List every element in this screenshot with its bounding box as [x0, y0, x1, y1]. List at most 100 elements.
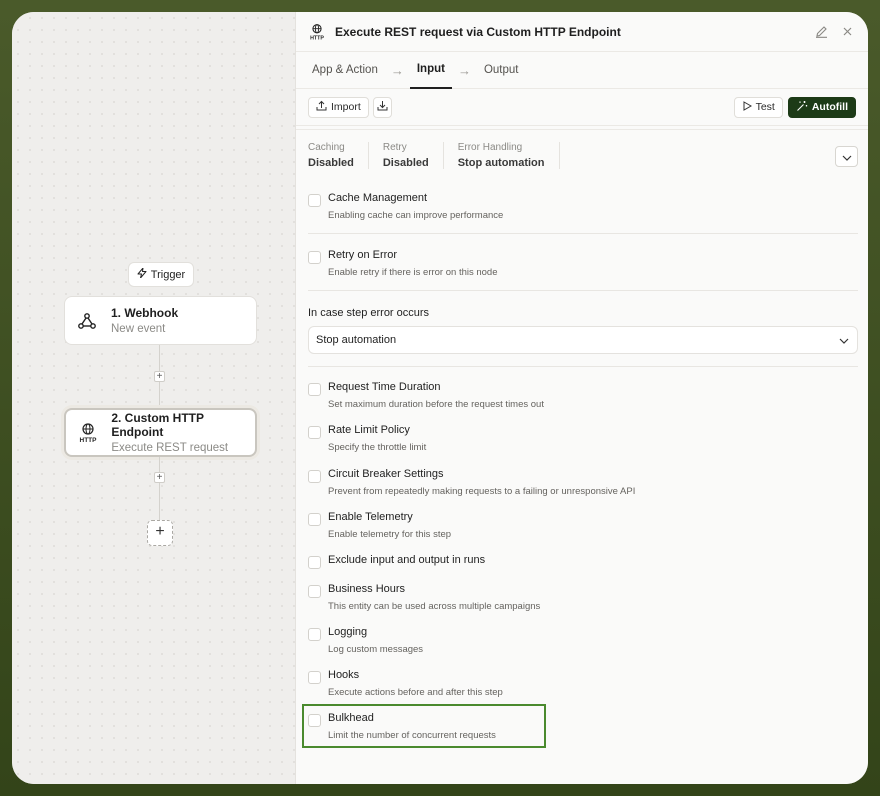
option-hooks[interactable]: Hooks Execute actions before and after t… [308, 669, 858, 698]
option-desc: This entity can be used across multiple … [328, 601, 541, 612]
option-exclude-input-output[interactable]: Exclude input and output in runs [308, 554, 858, 569]
node-custom-http-endpoint[interactable]: HTTP 2. Custom HTTP Endpoint Execute RES… [64, 408, 257, 457]
close-icon[interactable] [838, 23, 856, 41]
checkbox[interactable] [308, 470, 321, 483]
upload-icon [316, 100, 327, 114]
summary-caching: Caching Disabled [308, 142, 369, 169]
option-title: Enable Telemetry [328, 511, 413, 523]
option-desc: Set maximum duration before the request … [328, 399, 544, 410]
summary-value: Disabled [382, 157, 429, 169]
toolbar: Import Test Autofill [296, 89, 868, 126]
checkbox[interactable] [308, 585, 321, 598]
option-title: Exclude input and output in runs [328, 554, 486, 566]
step-config-panel: HTTP Execute REST request via Custom HTT… [295, 12, 868, 784]
chevron-down-icon [842, 148, 852, 166]
option-cache-management[interactable]: Cache Management Enabling cache can impr… [308, 192, 858, 221]
highlight-box [302, 704, 546, 748]
add-node-button[interactable]: + [147, 520, 173, 546]
summary-label: Retry [382, 142, 407, 153]
option-desc: Log custom messages [328, 644, 424, 655]
node-title: 1. Webhook [111, 306, 179, 320]
summary-error-handling: Error Handling Stop automation [458, 142, 560, 169]
option-rate-limit-policy[interactable]: Rate Limit Policy Specify the throttle l… [308, 424, 858, 453]
tab-output[interactable]: Output [484, 52, 519, 89]
checkbox[interactable] [308, 194, 321, 207]
summary-value: Stop automation [457, 157, 545, 169]
app-frame: Trigger 1. Webhook New event + HTTP 2. C… [12, 12, 868, 784]
checkbox[interactable] [308, 383, 321, 396]
option-retry-on-error[interactable]: Retry on Error Enable retry if there is … [308, 249, 858, 278]
import-button[interactable]: Import [308, 96, 369, 118]
option-desc: Enable telemetry for this step [328, 529, 452, 540]
collapse-toggle-button[interactable] [835, 146, 858, 167]
option-title: Hooks [328, 669, 360, 681]
checkbox[interactable] [308, 556, 321, 569]
bolt-icon [137, 267, 147, 281]
option-desc: Prevent from repeatedly making requests … [328, 486, 636, 497]
play-icon [742, 100, 752, 114]
option-title: Cache Management [328, 192, 428, 204]
divider [308, 366, 858, 367]
option-enable-telemetry[interactable]: Enable Telemetry Enable telemetry for th… [308, 511, 858, 540]
add-step-button[interactable]: + [154, 472, 165, 483]
trigger-label: Trigger [150, 268, 186, 281]
tab-input[interactable]: Input [409, 52, 452, 89]
node-subtitle: Execute REST request [111, 442, 229, 454]
option-title: Rate Limit Policy [328, 424, 410, 436]
checkbox[interactable] [308, 628, 321, 641]
test-button[interactable]: Test [733, 96, 783, 118]
node-webhook[interactable]: 1. Webhook New event [64, 296, 257, 345]
connector-line [159, 457, 160, 520]
checkbox[interactable] [308, 671, 321, 684]
download-icon [377, 100, 388, 114]
tab-app-action[interactable]: App & Action [312, 52, 378, 89]
test-label: Test [755, 101, 775, 113]
checkbox[interactable] [308, 426, 321, 439]
tab-bar: App & Action → Input → Output [296, 52, 868, 89]
summary-retry: Retry Disabled [383, 142, 444, 169]
workflow-canvas[interactable]: Trigger 1. Webhook New event + HTTP 2. C… [12, 12, 295, 784]
select-value: Stop automation [316, 334, 397, 346]
autofill-button[interactable]: Autofill [787, 96, 856, 118]
settings-summary: Caching Disabled Retry Disabled Error Ha… [296, 130, 868, 175]
chevron-down-icon [839, 335, 849, 347]
http-globe-icon: HTTP [76, 421, 99, 445]
option-desc: Enable retry if there is error on this n… [328, 267, 498, 278]
webhook-icon [75, 309, 99, 333]
panel-header: HTTP Execute REST request via Custom HTT… [296, 12, 868, 52]
checkbox[interactable] [308, 513, 321, 526]
error-select-label: In case step error occurs [308, 307, 430, 319]
panel-title: Execute REST request via Custom HTTP End… [335, 24, 621, 39]
option-title: Retry on Error [328, 249, 398, 261]
option-desc: Enabling cache can improve performance [328, 210, 504, 221]
edit-icon[interactable] [812, 23, 830, 41]
download-button[interactable] [372, 96, 392, 118]
option-desc: Specify the throttle limit [328, 442, 427, 453]
option-business-hours[interactable]: Business Hours This entity can be used a… [308, 583, 858, 612]
option-desc: Execute actions before and after this st… [328, 687, 503, 698]
autofill-label: Autofill [811, 101, 848, 113]
summary-label: Caching [308, 142, 345, 153]
summary-label: Error Handling [457, 142, 523, 153]
node-subtitle: New event [111, 323, 166, 335]
checkbox[interactable] [308, 251, 321, 264]
svg-text:HTTP: HTTP [79, 437, 97, 444]
divider [308, 233, 858, 234]
option-request-time-duration[interactable]: Request Time Duration Set maximum durati… [308, 381, 858, 410]
arrow-right-icon: → [390, 62, 404, 78]
divider [308, 290, 858, 291]
summary-value: Disabled [308, 157, 354, 169]
add-step-button[interactable]: + [154, 371, 165, 382]
option-title: Circuit Breaker Settings [328, 468, 444, 480]
option-circuit-breaker-settings[interactable]: Circuit Breaker Settings Prevent from re… [308, 468, 858, 497]
http-globe-icon: HTTP [308, 23, 326, 41]
magic-wand-icon [796, 100, 808, 115]
import-label: Import [331, 101, 361, 113]
error-handling-select[interactable]: Stop automation [308, 326, 858, 354]
option-title: Logging [328, 626, 368, 638]
node-title: 2. Custom HTTP Endpoint [111, 411, 204, 439]
svg-text:HTTP: HTTP [310, 35, 324, 41]
trigger-chip[interactable]: Trigger [128, 262, 194, 287]
option-logging[interactable]: Logging Log custom messages [308, 626, 858, 655]
arrow-right-icon: → [457, 62, 471, 78]
